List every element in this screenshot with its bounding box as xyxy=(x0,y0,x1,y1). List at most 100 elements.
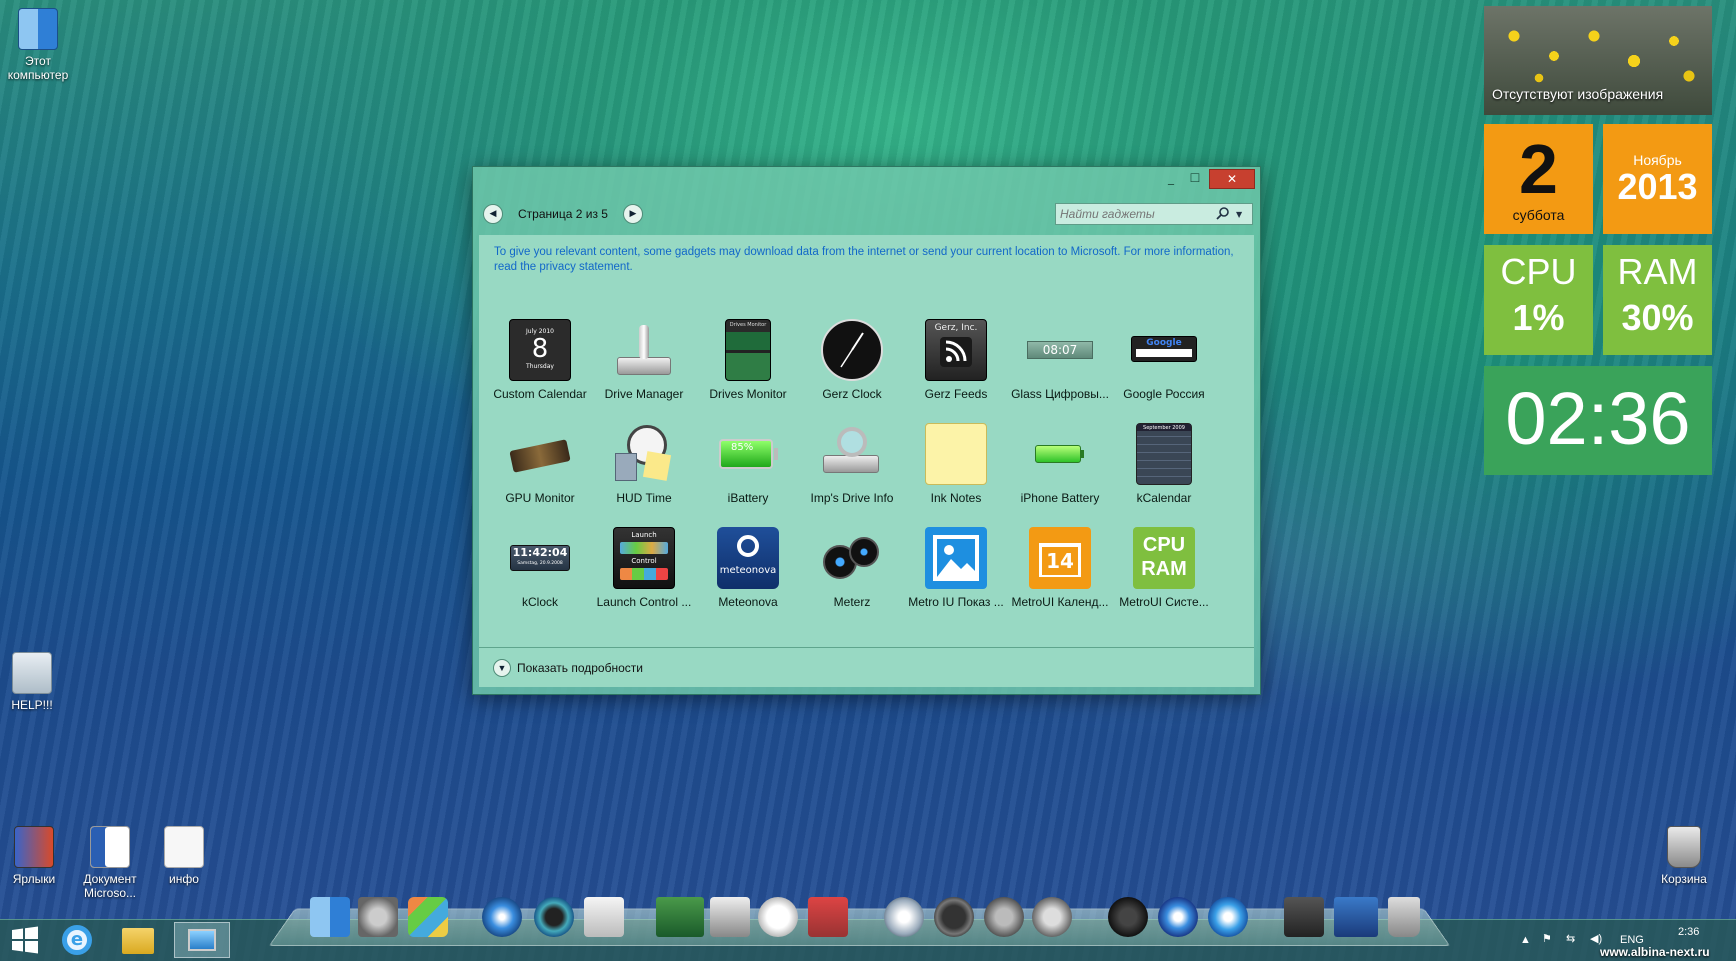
day-name: суббота xyxy=(1512,207,1565,223)
digital-clock-icon: 08:07 xyxy=(1027,319,1093,381)
network-icon[interactable]: ⇆ xyxy=(1566,932,1575,945)
year: 2013 xyxy=(1617,166,1698,207)
desktop-icon-shortcuts[interactable]: Ярлыки xyxy=(0,826,72,886)
twitter-icon[interactable] xyxy=(984,897,1024,937)
gadget-metroui-system[interactable]: CPU RAM MetroUI Систе... xyxy=(1112,523,1216,627)
flag-icon[interactable]: ⚑ xyxy=(1542,932,1552,945)
file-explorer-button[interactable] xyxy=(122,922,156,958)
system-preferences-icon[interactable] xyxy=(358,897,398,937)
clock-tile[interactable]: 02:36 xyxy=(1484,366,1712,475)
gadget-iphone-battery[interactable]: iPhone Battery xyxy=(1008,419,1112,523)
gadget-google-russia[interactable]: Google Google Россия xyxy=(1112,315,1216,419)
chevron-down-icon[interactable]: ▼ xyxy=(1236,210,1242,219)
desktop-icon-this-computer[interactable]: Этот компьютер xyxy=(0,8,76,82)
launchpad-icon[interactable] xyxy=(408,897,448,937)
gadgets-taskbar-button[interactable] xyxy=(174,922,230,958)
power-icon[interactable] xyxy=(934,897,974,937)
ram-tile[interactable]: RAM 30% xyxy=(1603,245,1712,355)
gadget-metroui-calendar[interactable]: 14 MetroUI Календ... xyxy=(1008,523,1112,627)
gadget-gerz-feeds[interactable]: Gerz, Inc. Gerz Feeds xyxy=(904,315,1008,419)
windows-start-button[interactable] xyxy=(10,922,44,958)
keychain-icon[interactable] xyxy=(710,897,750,937)
close-button[interactable]: ✕ xyxy=(1209,169,1255,189)
media-folder-icon[interactable] xyxy=(1284,897,1324,937)
safari-icon[interactable] xyxy=(482,897,522,937)
drive-magnifier-icon xyxy=(821,423,883,485)
desktop-folder-icon[interactable] xyxy=(1334,897,1378,937)
gadget-kclock[interactable]: 11:42:04 Samstag, 20.9.2008 kClock xyxy=(488,523,592,627)
shortcuts-folder-icon xyxy=(14,826,54,868)
folder-icon xyxy=(12,652,52,694)
details-separator xyxy=(479,647,1254,648)
photo-viewer-icon[interactable] xyxy=(656,897,704,937)
rocket-icon[interactable] xyxy=(1032,897,1072,937)
photo-tile[interactable]: Отсутствуют изображения xyxy=(1484,6,1712,115)
gadget-gallery-window: _ ☐ ✕ ◀ Страница 2 из 5 ▶ ▼ To give you … xyxy=(472,166,1261,695)
reminders-icon[interactable] xyxy=(584,897,624,937)
metro-cpu-ram-icon: CPU RAM xyxy=(1133,527,1195,589)
date-tile[interactable]: 2 суббота xyxy=(1484,124,1593,234)
month-tile[interactable]: Ноябрь 2013 xyxy=(1603,124,1712,234)
desktop-icon-label: Ярлыки xyxy=(12,872,56,886)
icloud-icon[interactable] xyxy=(884,897,924,937)
gadget-drives-monitor[interactable]: Drives Monitor Drives Monitor xyxy=(696,315,800,419)
privacy-notice[interactable]: To give you relevant content, some gadge… xyxy=(494,245,1234,275)
photo-caption: Отсутствуют изображения xyxy=(1492,86,1664,102)
trash-icon[interactable] xyxy=(1388,897,1420,937)
itunes-icon[interactable] xyxy=(1158,897,1198,937)
gadget-label: kCalendar xyxy=(1136,491,1192,505)
gadget-metro-iu-show[interactable]: Metro IU Показ ... xyxy=(904,523,1008,627)
gadget-drive-manager[interactable]: Drive Manager xyxy=(592,315,696,419)
gadget-label: Meteonova xyxy=(718,595,778,609)
cpu-tile[interactable]: CPU 1% xyxy=(1484,245,1593,355)
search-icon[interactable] xyxy=(1216,206,1232,222)
ram-label: RAM xyxy=(1617,251,1698,292)
show-details-toggle[interactable]: ▼ Показать подробности xyxy=(493,659,643,677)
tray-clock[interactable]: 2:36 xyxy=(1678,926,1699,938)
gadget-glass-digital-clock[interactable]: 08:07 Glass Цифровы... xyxy=(1008,315,1112,419)
desktop-icon-label: Этот компьютер xyxy=(7,54,69,82)
kcalendar-icon: September 2009 xyxy=(1136,423,1192,485)
gadgets-monitor-icon xyxy=(188,929,216,951)
gadget-meteonova[interactable]: meteonova Meteonova xyxy=(696,523,800,627)
gadget-ibattery[interactable]: 85% iBattery xyxy=(696,419,800,523)
quicktime-icon[interactable] xyxy=(534,897,574,937)
minimize-button[interactable]: _ xyxy=(1159,169,1183,189)
gadget-search-input[interactable] xyxy=(1056,207,1216,221)
windows-logo-icon xyxy=(12,926,38,954)
finder-icon[interactable] xyxy=(310,897,350,937)
internet-explorer-button[interactable]: e xyxy=(62,922,96,958)
app-installer-icon[interactable] xyxy=(808,897,848,937)
launch-control-icon: Launch Control xyxy=(613,527,675,589)
calendar-icon: July 2010 8 Thursday xyxy=(509,319,571,381)
desktop-icon-word-document[interactable]: Документ Microso... xyxy=(72,826,148,900)
app-store-icon[interactable] xyxy=(1208,897,1248,937)
gadget-ink-notes[interactable]: Ink Notes xyxy=(904,419,1008,523)
gadget-label: Gerz Clock xyxy=(822,387,882,401)
prev-page-button[interactable]: ◀ xyxy=(483,204,503,224)
mavericks-x-icon[interactable] xyxy=(758,897,798,937)
gadget-kcalendar[interactable]: September 2009 kCalendar xyxy=(1112,419,1216,523)
show-hidden-icons-icon[interactable]: ▲ xyxy=(1520,934,1531,946)
gadget-label: MetroUI Систе... xyxy=(1119,595,1209,609)
next-page-button[interactable]: ▶ xyxy=(623,204,643,224)
desktop-icon-info[interactable]: инфо xyxy=(146,826,222,886)
desktop-icon-help[interactable]: HELP!!! xyxy=(0,652,70,712)
gadget-hud-time[interactable]: HUD Time xyxy=(592,419,696,523)
gadget-launch-control[interactable]: Launch Control Launch Control ... xyxy=(592,523,696,627)
gadget-custom-calendar[interactable]: July 2010 8 Thursday Custom Calendar xyxy=(488,315,592,419)
gadget-label: Google Россия xyxy=(1123,387,1205,401)
gadget-label: Drive Manager xyxy=(604,387,684,401)
gadget-imps-drive-info[interactable]: Imp's Drive Info xyxy=(800,419,904,523)
clock-icon xyxy=(821,319,883,381)
maximize-button[interactable]: ☐ xyxy=(1183,169,1207,189)
volume-icon[interactable]: ◀) xyxy=(1590,932,1602,945)
battery-icon: 85% xyxy=(717,423,779,485)
gadget-label: Gerz Feeds xyxy=(924,387,988,401)
dashboard-icon[interactable] xyxy=(1108,897,1148,937)
gadget-meterz[interactable]: Meterz xyxy=(800,523,904,627)
day-number: 2 xyxy=(1519,130,1558,208)
desktop-icon-recycle-bin[interactable]: Корзина xyxy=(1646,826,1722,886)
gadget-gerz-clock[interactable]: Gerz Clock xyxy=(800,315,904,419)
gadget-gpu-monitor[interactable]: GPU Monitor xyxy=(488,419,592,523)
